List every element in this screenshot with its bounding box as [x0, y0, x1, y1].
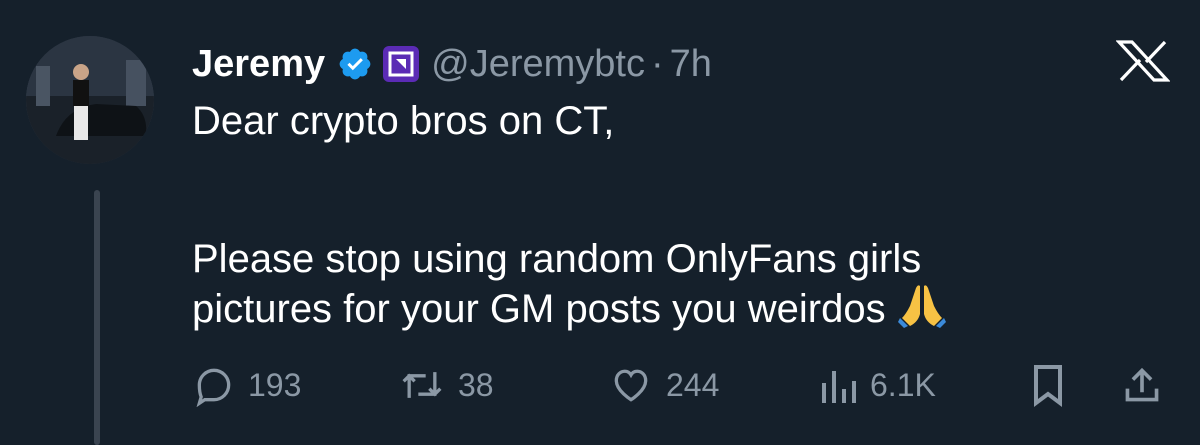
tweet-card: Jeremy @Jeremybtc · 7h Dear crypto bros … [0, 0, 1200, 445]
tweet-header: Jeremy @Jeremybtc · 7h [192, 34, 712, 94]
tweet-line-text: pictures for your GM posts you weirdos [192, 287, 886, 331]
x-logo-icon [1116, 40, 1170, 82]
retweet-button[interactable]: 38 [398, 360, 494, 410]
thread-line [94, 190, 100, 445]
tweet-line: Dear crypto bros on CT, [192, 99, 615, 143]
retweet-count: 38 [458, 366, 494, 403]
avatar[interactable] [26, 36, 154, 164]
tweet-line: Please stop using random OnlyFans girls [192, 237, 922, 281]
reply-button[interactable]: 193 [192, 360, 301, 410]
tweet-line: pictures for your GM posts you weirdos [192, 282, 1152, 338]
verified-check-icon [339, 48, 371, 80]
retweet-icon [402, 372, 442, 398]
share-button[interactable] [1122, 360, 1162, 410]
affiliate-badge-icon[interactable] [383, 46, 420, 82]
bookmark-icon [1034, 365, 1062, 407]
timestamp[interactable]: 7h [670, 45, 712, 83]
tweet-text: Dear crypto bros on CT, Please stop usin… [192, 98, 1152, 338]
like-count: 244 [666, 366, 720, 403]
reply-icon [196, 368, 231, 407]
separator-dot: · [650, 43, 664, 85]
bookmark-button[interactable] [1028, 360, 1068, 410]
views-button[interactable]: 6.1K [818, 360, 936, 410]
share-icon [1125, 367, 1159, 402]
views-count: 6.1K [870, 366, 936, 403]
like-button[interactable]: 244 [608, 360, 719, 410]
display-name[interactable]: Jeremy [192, 45, 325, 83]
pray-emoji-icon [897, 282, 946, 338]
heart-icon [614, 369, 648, 402]
user-handle[interactable]: @Jeremybtc [431, 45, 645, 83]
action-bar: 193 38 244 6.1K [192, 360, 1172, 410]
views-chart-icon [822, 371, 856, 403]
reply-count: 193 [248, 366, 302, 403]
